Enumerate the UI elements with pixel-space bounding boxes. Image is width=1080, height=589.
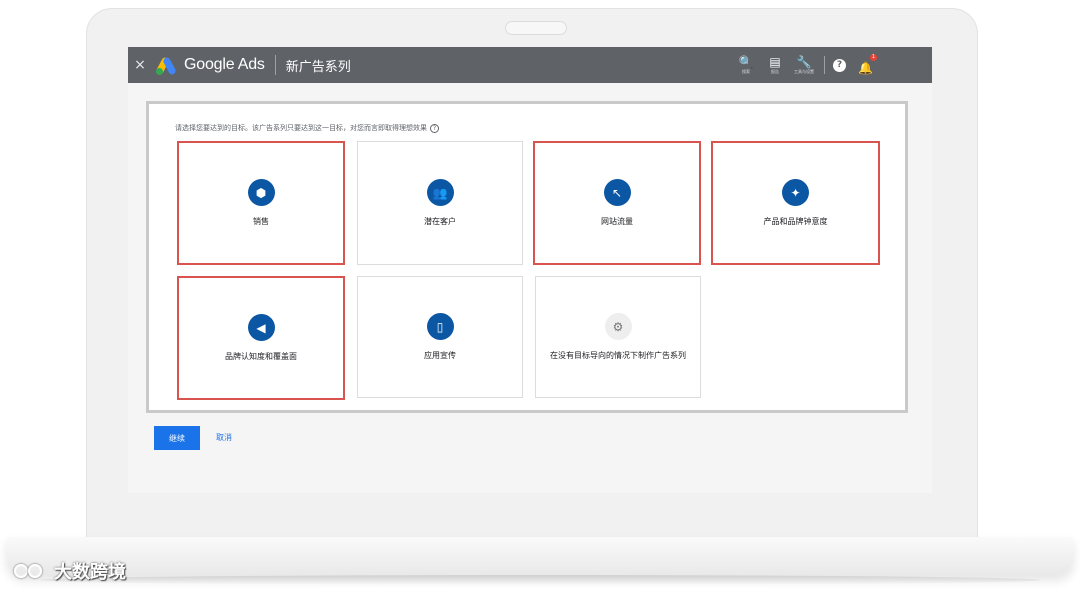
watermark-text: 大数跨境: [54, 562, 126, 583]
megaphone-icon: ◀: [247, 314, 275, 341]
search-icon: 🔍: [738, 54, 754, 69]
google-ads-logo-icon: [154, 55, 178, 76]
goal-card-label: 品牌认知度和覆盖面: [225, 352, 297, 361]
people-icon: 👥: [426, 179, 454, 206]
notifications-button[interactable]: 🔔 1: [858, 54, 877, 75]
goal-card-label: 潜在客户: [424, 217, 456, 226]
goal-card-label: 产品和品牌钟意度: [763, 217, 828, 226]
reports-caption: 报告: [771, 68, 779, 74]
goal-card-label: 网站流量: [601, 217, 633, 226]
goal-card-no-goal[interactable]: ⚙ 在没有目标导向的情况下制作广告系列: [535, 276, 701, 398]
goal-card-label: 应用宣传: [424, 351, 456, 360]
tools-settings-caption: 工具与设置: [794, 68, 814, 74]
watermark: 大数跨境: [10, 558, 126, 584]
goal-card-product-brand-consideration[interactable]: ✦ 产品和品牌钟意度: [711, 141, 880, 265]
sparkle-icon: ✦: [782, 179, 809, 206]
goal-card-website-traffic[interactable]: ↖ 网站流量: [533, 141, 701, 265]
search-caption: 搜索: [742, 68, 750, 74]
toolbar-divider: [824, 56, 825, 74]
reports-icon: ▤: [769, 54, 781, 69]
bell-icon: 🔔: [858, 61, 873, 75]
browser-screen: × Google Ads 新广告系列 🔍 搜索 ▤ 报告 🔧 工具与设置 ? 🔔…: [128, 47, 932, 493]
goal-card-label: 在没有目标导向的情况下制作广告系列: [550, 351, 686, 360]
goal-card-leads[interactable]: 👥 潜在客户: [357, 141, 523, 265]
laptop-camera-notch: [505, 21, 567, 35]
watermark-logo-icon: [10, 561, 50, 581]
gear-icon: ⚙: [604, 313, 632, 340]
cancel-button[interactable]: 取消: [216, 432, 232, 443]
goal-card-sales[interactable]: ⬢ 销售: [177, 141, 345, 265]
title-divider: [274, 55, 276, 75]
goal-prompt-text: 请选择您要达到的目标。该广告系列只要达到这一目标，对您而言即取得理想效果: [175, 124, 427, 132]
top-app-bar: × Google Ads 新广告系列 🔍 搜索 ▤ 报告 🔧 工具与设置 ? 🔔…: [128, 47, 932, 83]
goal-card-label: 销售: [253, 217, 269, 226]
reports-button[interactable]: ▤ 报告: [761, 54, 789, 75]
help-circle-icon[interactable]: ?: [430, 123, 439, 133]
laptop-shadow: [40, 575, 1040, 585]
goal-card-brand-awareness-reach[interactable]: ◀ 品牌认知度和覆盖面: [177, 276, 345, 400]
page-title: 新广告系列: [285, 59, 351, 75]
goal-card-app-promotion[interactable]: ▯ 应用宣传: [357, 276, 523, 398]
search-button[interactable]: 🔍 搜索: [732, 54, 760, 75]
phone-icon: ▯: [426, 313, 454, 340]
goal-prompt: 请选择您要达到的目标。该广告系列只要达到这一目标，对您而言即取得理想效果?: [175, 123, 439, 133]
help-icon[interactable]: ?: [833, 58, 846, 72]
continue-button[interactable]: 继续: [154, 426, 200, 450]
tag-icon: ⬢: [247, 179, 275, 206]
wrench-icon: 🔧: [796, 54, 812, 69]
goal-selection-panel: 请选择您要达到的目标。该广告系列只要达到这一目标，对您而言即取得理想效果? ⬢ …: [146, 101, 908, 413]
laptop-base: [6, 537, 1074, 575]
close-icon[interactable]: ×: [130, 57, 150, 73]
cursor-click-icon: ↖: [603, 179, 631, 206]
tools-settings-button[interactable]: 🔧 工具与设置: [790, 54, 818, 75]
brand-name: Google Ads: [184, 56, 265, 73]
notification-badge: 1: [870, 54, 877, 61]
